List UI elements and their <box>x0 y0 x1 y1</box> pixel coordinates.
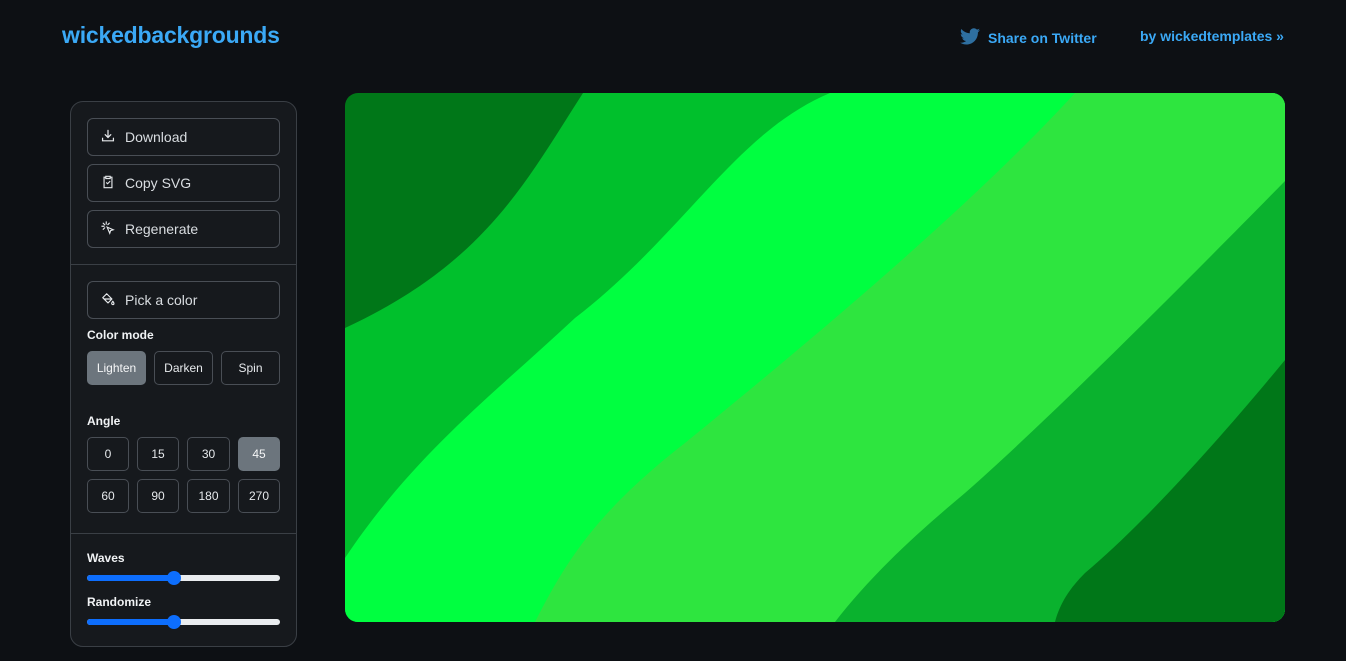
randomize-slider[interactable] <box>87 614 280 630</box>
paint-bucket-icon <box>101 292 115 309</box>
twitter-icon <box>960 28 980 48</box>
wave-background-svg <box>345 93 1285 622</box>
slider-fill <box>87 619 174 625</box>
slider-thumb[interactable] <box>166 571 181 585</box>
copy-svg-label: Copy SVG <box>125 175 192 191</box>
divider <box>71 264 296 265</box>
waves-slider[interactable] <box>87 570 280 586</box>
pick-color-button[interactable]: Pick a color <box>87 281 280 319</box>
background-preview <box>345 93 1285 622</box>
angle-option-270[interactable]: 270 <box>238 479 280 513</box>
clipboard-icon <box>101 175 115 192</box>
angle-option-180[interactable]: 180 <box>187 479 230 513</box>
regenerate-button[interactable]: Regenerate <box>87 210 280 248</box>
color-mode-label: Color mode <box>87 328 154 342</box>
download-icon <box>101 129 115 146</box>
download-label: Download <box>125 129 188 145</box>
slider-fill <box>87 575 174 581</box>
by-wickedtemplates-link[interactable]: by wickedtemplates » <box>1140 28 1284 44</box>
regenerate-label: Regenerate <box>125 221 199 237</box>
color-mode-lighten[interactable]: Lighten <box>87 351 146 385</box>
waves-label: Waves <box>87 551 125 565</box>
logo[interactable]: wickedbackgrounds <box>62 22 280 49</box>
angle-option-90[interactable]: 90 <box>137 479 179 513</box>
download-button[interactable]: Download <box>87 118 280 156</box>
pick-color-label: Pick a color <box>125 292 198 308</box>
angle-option-60[interactable]: 60 <box>87 479 129 513</box>
angle-option-15[interactable]: 15 <box>137 437 179 471</box>
share-on-twitter-link[interactable]: Share on Twitter <box>960 28 1097 48</box>
color-mode-darken[interactable]: Darken <box>154 351 213 385</box>
color-mode-spin[interactable]: Spin <box>221 351 280 385</box>
angle-label: Angle <box>87 414 121 428</box>
control-panel: Download Copy SVG Regenerate Pick a colo… <box>70 101 297 647</box>
angle-option-0[interactable]: 0 <box>87 437 129 471</box>
angle-option-30[interactable]: 30 <box>187 437 230 471</box>
copy-svg-button[interactable]: Copy SVG <box>87 164 280 202</box>
divider <box>71 533 296 534</box>
randomize-label: Randomize <box>87 595 152 609</box>
magic-cursor-icon <box>101 220 115 238</box>
slider-thumb[interactable] <box>166 615 181 629</box>
angle-option-45[interactable]: 45 <box>238 437 280 471</box>
header: wickedbackgrounds Share on Twitter by wi… <box>0 0 1346 72</box>
share-on-twitter-label: Share on Twitter <box>988 30 1097 46</box>
